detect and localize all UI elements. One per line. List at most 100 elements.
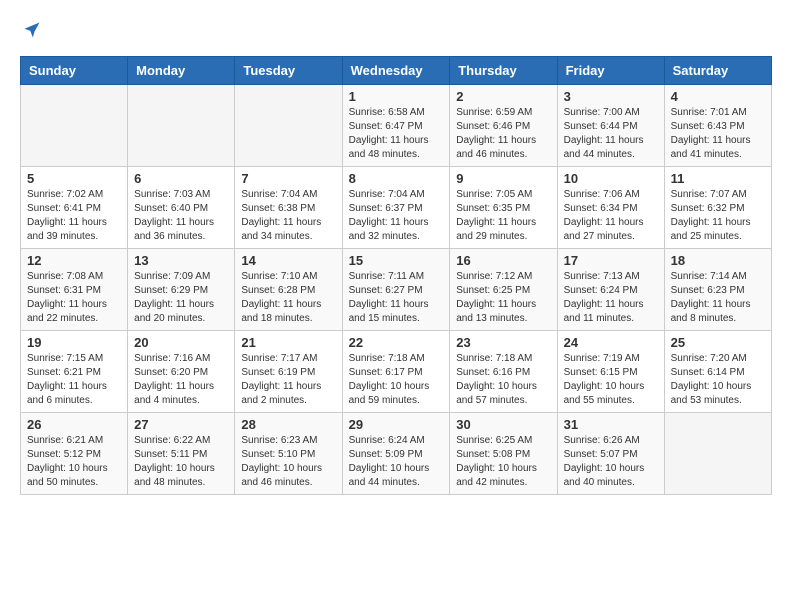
day-info: Sunrise: 6:23 AM Sunset: 5:10 PM Dayligh… bbox=[241, 434, 335, 490]
calendar-cell: 19Sunrise: 7:15 AM Sunset: 6:21 PM Dayli… bbox=[21, 331, 128, 413]
calendar-cell: 30 Sunrise: 6:25 AM Sunset: 5:08 PM Dayli… bbox=[450, 413, 557, 495]
calendar-cell: 18 Sunrise: 7:14 AM Sunset: 6:23 PM Dayli… bbox=[664, 249, 771, 331]
day-info: Sunrise: 7:19 AM Sunset: 6:15 PM Dayligh… bbox=[564, 352, 658, 408]
day-number: 10 bbox=[564, 171, 658, 186]
day-info: Sunrise: 7:09 AM Sunset: 6:29 PM Dayligh… bbox=[134, 270, 228, 326]
calendar-cell: 22Sunrise: 7:18 AM Sunset: 6:17 PM Dayli… bbox=[342, 331, 450, 413]
day-number: 22 bbox=[349, 335, 444, 350]
day-number: 24 bbox=[564, 335, 658, 350]
calendar-week-row: 12Sunrise: 7:08 AM Sunset: 6:31 PM Dayli… bbox=[21, 249, 772, 331]
day-info: Sunrise: 7:15 AM Sunset: 6:21 PM Dayligh… bbox=[27, 352, 121, 408]
day-number: 2 bbox=[456, 89, 550, 104]
calendar-week-row: 26 Sunrise: 6:21 AM Sunset: 5:12 PM Dayli… bbox=[21, 413, 772, 495]
calendar-cell: 5 Sunrise: 7:02 AM Sunset: 6:41 PM Daylig… bbox=[21, 167, 128, 249]
day-number: 27 bbox=[134, 417, 228, 432]
day-info: Sunrise: 7:04 AM Sunset: 6:37 PM Dayligh… bbox=[349, 188, 444, 244]
weekday-header-wednesday: Wednesday bbox=[342, 57, 450, 85]
day-info: Sunrise: 7:17 AM Sunset: 6:19 PM Dayligh… bbox=[241, 352, 335, 408]
day-number: 23 bbox=[456, 335, 550, 350]
day-number: 20 bbox=[134, 335, 228, 350]
calendar-cell: 14 Sunrise: 7:10 AM Sunset: 6:28 PM Dayli… bbox=[235, 249, 342, 331]
calendar-cell: 6 Sunrise: 7:03 AM Sunset: 6:40 PM Daylig… bbox=[128, 167, 235, 249]
day-info: Sunrise: 6:25 AM Sunset: 5:08 PM Dayligh… bbox=[456, 434, 550, 490]
calendar-cell: 4 Sunrise: 7:01 AM Sunset: 6:43 PM Daylig… bbox=[664, 85, 771, 167]
calendar-cell bbox=[664, 413, 771, 495]
calendar-week-row: 19Sunrise: 7:15 AM Sunset: 6:21 PM Dayli… bbox=[21, 331, 772, 413]
day-number: 7 bbox=[241, 171, 335, 186]
day-number: 31 bbox=[564, 417, 658, 432]
day-number: 5 bbox=[27, 171, 121, 186]
calendar-cell: 12Sunrise: 7:08 AM Sunset: 6:31 PM Dayli… bbox=[21, 249, 128, 331]
calendar-cell: 31 Sunrise: 6:26 AM Sunset: 5:07 PM Dayli… bbox=[557, 413, 664, 495]
weekday-header-thursday: Thursday bbox=[450, 57, 557, 85]
calendar-week-row: 1 Sunrise: 6:58 AM Sunset: 6:47 PM Daylig… bbox=[21, 85, 772, 167]
day-number: 30 bbox=[456, 417, 550, 432]
day-number: 8 bbox=[349, 171, 444, 186]
page-header bbox=[20, 20, 772, 40]
calendar-cell: 17Sunrise: 7:13 AM Sunset: 6:24 PM Dayli… bbox=[557, 249, 664, 331]
weekday-header-monday: Monday bbox=[128, 57, 235, 85]
calendar-cell: 26 Sunrise: 6:21 AM Sunset: 5:12 PM Dayli… bbox=[21, 413, 128, 495]
day-number: 15 bbox=[349, 253, 444, 268]
day-number: 13 bbox=[134, 253, 228, 268]
day-info: Sunrise: 7:14 AM Sunset: 6:23 PM Dayligh… bbox=[671, 270, 765, 326]
day-info: Sunrise: 6:22 AM Sunset: 5:11 PM Dayligh… bbox=[134, 434, 228, 490]
day-info: Sunrise: 7:18 AM Sunset: 6:16 PM Dayligh… bbox=[456, 352, 550, 408]
calendar-table: SundayMondayTuesdayWednesdayThursdayFrid… bbox=[20, 56, 772, 495]
calendar-cell: 25 Sunrise: 7:20 AM Sunset: 6:14 PM Dayli… bbox=[664, 331, 771, 413]
calendar-week-row: 5 Sunrise: 7:02 AM Sunset: 6:41 PM Daylig… bbox=[21, 167, 772, 249]
calendar-cell: 9 Sunrise: 7:05 AM Sunset: 6:35 PM Daylig… bbox=[450, 167, 557, 249]
day-info: Sunrise: 7:07 AM Sunset: 6:32 PM Dayligh… bbox=[671, 188, 765, 244]
day-info: Sunrise: 6:26 AM Sunset: 5:07 PM Dayligh… bbox=[564, 434, 658, 490]
day-info: Sunrise: 7:05 AM Sunset: 6:35 PM Dayligh… bbox=[456, 188, 550, 244]
day-number: 14 bbox=[241, 253, 335, 268]
day-info: Sunrise: 7:11 AM Sunset: 6:27 PM Dayligh… bbox=[349, 270, 444, 326]
day-number: 18 bbox=[671, 253, 765, 268]
calendar-cell: 21 Sunrise: 7:17 AM Sunset: 6:19 PM Dayli… bbox=[235, 331, 342, 413]
day-number: 11 bbox=[671, 171, 765, 186]
calendar-cell: 16 Sunrise: 7:12 AM Sunset: 6:25 PM Dayli… bbox=[450, 249, 557, 331]
calendar-cell: 2Sunrise: 6:59 AM Sunset: 6:46 PM Daylig… bbox=[450, 85, 557, 167]
day-number: 3 bbox=[564, 89, 658, 104]
weekday-header-sunday: Sunday bbox=[21, 57, 128, 85]
calendar-cell: 20 Sunrise: 7:16 AM Sunset: 6:20 PM Dayli… bbox=[128, 331, 235, 413]
calendar-cell: 27 Sunrise: 6:22 AM Sunset: 5:11 PM Dayli… bbox=[128, 413, 235, 495]
day-number: 16 bbox=[456, 253, 550, 268]
day-info: Sunrise: 7:08 AM Sunset: 6:31 PM Dayligh… bbox=[27, 270, 121, 326]
day-number: 9 bbox=[456, 171, 550, 186]
calendar-cell: 15 Sunrise: 7:11 AM Sunset: 6:27 PM Dayli… bbox=[342, 249, 450, 331]
day-number: 26 bbox=[27, 417, 121, 432]
day-info: Sunrise: 6:21 AM Sunset: 5:12 PM Dayligh… bbox=[27, 434, 121, 490]
day-info: Sunrise: 7:01 AM Sunset: 6:43 PM Dayligh… bbox=[671, 106, 765, 162]
logo-bird-icon bbox=[22, 20, 42, 40]
weekday-header-friday: Friday bbox=[557, 57, 664, 85]
calendar-cell: 29 Sunrise: 6:24 AM Sunset: 5:09 PM Dayli… bbox=[342, 413, 450, 495]
calendar-cell: 10Sunrise: 7:06 AM Sunset: 6:34 PM Dayli… bbox=[557, 167, 664, 249]
day-info: Sunrise: 7:02 AM Sunset: 6:41 PM Dayligh… bbox=[27, 188, 121, 244]
day-number: 6 bbox=[134, 171, 228, 186]
day-info: Sunrise: 7:16 AM Sunset: 6:20 PM Dayligh… bbox=[134, 352, 228, 408]
day-number: 25 bbox=[671, 335, 765, 350]
day-info: Sunrise: 7:10 AM Sunset: 6:28 PM Dayligh… bbox=[241, 270, 335, 326]
day-info: Sunrise: 7:12 AM Sunset: 6:25 PM Dayligh… bbox=[456, 270, 550, 326]
logo bbox=[20, 20, 42, 40]
calendar-header-row: SundayMondayTuesdayWednesdayThursdayFrid… bbox=[21, 57, 772, 85]
day-info: Sunrise: 7:20 AM Sunset: 6:14 PM Dayligh… bbox=[671, 352, 765, 408]
day-info: Sunrise: 7:03 AM Sunset: 6:40 PM Dayligh… bbox=[134, 188, 228, 244]
calendar-cell: 11 Sunrise: 7:07 AM Sunset: 6:32 PM Dayli… bbox=[664, 167, 771, 249]
day-number: 4 bbox=[671, 89, 765, 104]
day-info: Sunrise: 7:04 AM Sunset: 6:38 PM Dayligh… bbox=[241, 188, 335, 244]
day-number: 21 bbox=[241, 335, 335, 350]
calendar-cell: 3 Sunrise: 7:00 AM Sunset: 6:44 PM Daylig… bbox=[557, 85, 664, 167]
day-number: 1 bbox=[349, 89, 444, 104]
calendar-cell: 7 Sunrise: 7:04 AM Sunset: 6:38 PM Daylig… bbox=[235, 167, 342, 249]
day-info: Sunrise: 7:00 AM Sunset: 6:44 PM Dayligh… bbox=[564, 106, 658, 162]
day-number: 29 bbox=[349, 417, 444, 432]
calendar-cell bbox=[128, 85, 235, 167]
calendar-cell bbox=[235, 85, 342, 167]
calendar-cell: 13 Sunrise: 7:09 AM Sunset: 6:29 PM Dayli… bbox=[128, 249, 235, 331]
weekday-header-tuesday: Tuesday bbox=[235, 57, 342, 85]
day-info: Sunrise: 6:58 AM Sunset: 6:47 PM Dayligh… bbox=[349, 106, 444, 162]
day-info: Sunrise: 6:24 AM Sunset: 5:09 PM Dayligh… bbox=[349, 434, 444, 490]
weekday-header-saturday: Saturday bbox=[664, 57, 771, 85]
